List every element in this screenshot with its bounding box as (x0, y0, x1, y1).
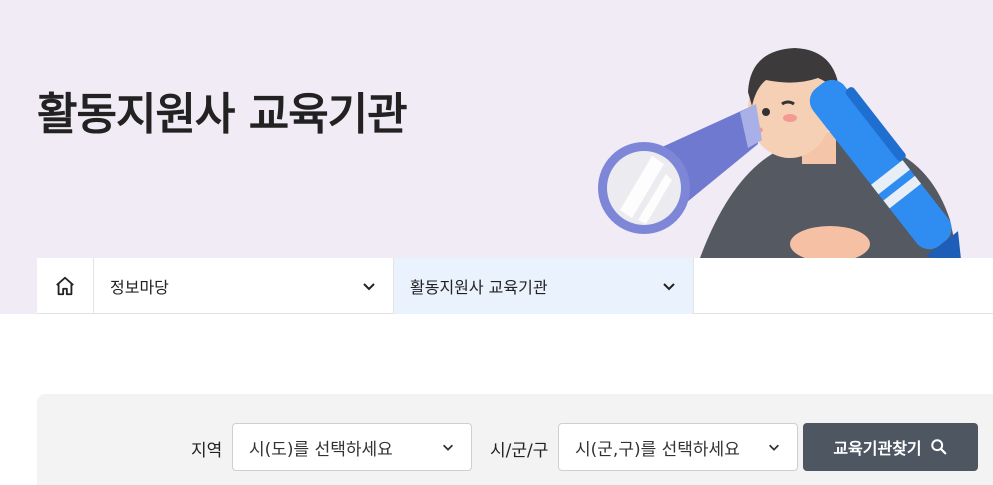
region-select[interactable]: 시(도)를 선택하세요 (232, 423, 472, 471)
chevron-down-icon (769, 444, 779, 451)
search-icon (930, 439, 947, 455)
breadcrumb-item-label: 활동지원사 교육기관 (410, 278, 548, 297)
district-select-value: 시(군,구)를 선택하세요 (575, 439, 740, 460)
breadcrumb: 정보마당 활동지원사 교육기관 (37, 258, 993, 314)
chevron-down-icon (443, 444, 453, 451)
breadcrumb-item-education-institutions[interactable]: 활동지원사 교육기관 (394, 258, 694, 314)
hero-banner: 활동지원사 교육기관 정보마당 활동지원사 교육기관 (0, 0, 993, 314)
breadcrumb-home[interactable] (37, 258, 94, 314)
breadcrumb-item-label: 정보마당 (110, 278, 169, 297)
chevron-down-icon (363, 283, 375, 291)
chevron-down-icon (663, 283, 675, 291)
find-institution-button-label: 교육기관찾기 (833, 441, 922, 458)
region-select-value: 시(도)를 선택하세요 (249, 439, 393, 460)
page-title: 활동지원사 교육기관 (37, 89, 408, 140)
district-label: 시/군/구 (490, 441, 549, 461)
search-panel: 지역 시(도)를 선택하세요 시/군/구 시(군,구)를 선택하세요 교육기관찾… (37, 394, 993, 485)
district-select[interactable]: 시(군,구)를 선택하세요 (558, 423, 798, 471)
home-icon (56, 276, 74, 296)
region-label: 지역 (191, 441, 223, 461)
breadcrumb-item-info[interactable]: 정보마당 (94, 258, 394, 314)
find-institution-button[interactable]: 교육기관찾기 (803, 423, 978, 471)
